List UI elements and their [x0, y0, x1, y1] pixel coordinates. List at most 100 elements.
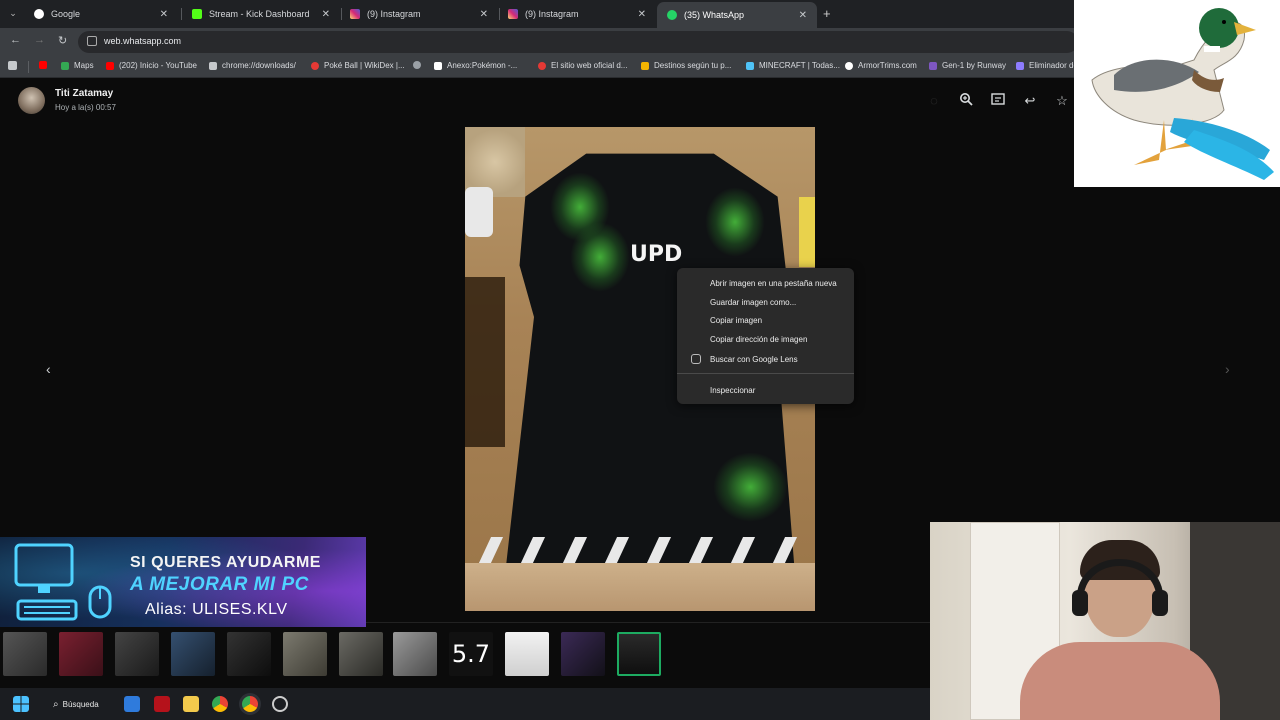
tab-label: (9) Instagram [525, 9, 579, 19]
bookmark-runway[interactable]: Gen-1 by Runway [929, 61, 1006, 70]
bookmark-downloads[interactable]: chrome://downloads/ [209, 61, 296, 70]
media-thumbnail-selected[interactable] [617, 632, 661, 676]
tab-close-icon[interactable]: ✕ [322, 9, 330, 20]
tab-whatsapp[interactable]: (35) WhatsApp ✕ [657, 2, 817, 28]
bookmark-eliminador[interactable]: Eliminador de [1016, 61, 1078, 70]
google-favicon-icon [34, 9, 44, 19]
media-thumbnail[interactable] [171, 632, 215, 676]
bookmark-anexo-pokemon[interactable]: Anexo:Pokémon -... [434, 61, 517, 70]
thumbnail-strip: 5.7 [0, 622, 930, 684]
tab-kick-dashboard[interactable]: Stream - Kick Dashboard ✕ [182, 2, 340, 26]
tab-close-icon[interactable]: ✕ [638, 9, 646, 20]
triangle-icon [641, 61, 649, 70]
media-thumbnail[interactable] [59, 632, 103, 676]
youtube-icon [106, 61, 114, 70]
taskbar-search[interactable]: ⌕ Búsqueda [46, 694, 112, 714]
chrome-active-icon[interactable] [242, 696, 258, 712]
netflix-icon[interactable] [154, 696, 170, 712]
tab-close-icon[interactable]: ✕ [480, 9, 488, 20]
media-thumbnail[interactable]: 5.7 [449, 632, 493, 676]
back-arrow-icon[interactable]: ← [10, 34, 21, 46]
tab-search-button[interactable]: ⌄ [5, 5, 21, 21]
reload-icon[interactable]: ↻ [58, 34, 67, 47]
avatar[interactable] [18, 87, 45, 114]
bookmark-armortrims[interactable]: ArmorTrims.com [845, 61, 917, 70]
sent-time: Hoy a la(s) 00:57 [55, 103, 116, 112]
caption-icon[interactable] [989, 92, 1007, 110]
chrome-icon[interactable] [212, 696, 228, 712]
glitter-pattern [713, 452, 788, 522]
tab-instagram-2[interactable]: (9) Instagram ✕ [498, 2, 656, 26]
media-thumbnail[interactable] [561, 632, 605, 676]
menu-item-search-google-lens[interactable]: Buscar con Google Lens [710, 355, 798, 364]
apps-grid-icon[interactable] [8, 61, 22, 70]
duck-image [1091, 8, 1274, 180]
tab-label: Stream - Kick Dashboard [209, 9, 310, 19]
tab-label: Google [51, 9, 81, 19]
taskbar: ⌕ Búsqueda [0, 688, 930, 720]
instagram-favicon-icon [350, 9, 360, 19]
file-explorer-icon[interactable] [183, 696, 199, 712]
pokeball-icon [538, 61, 546, 70]
bookmark-label: Poké Ball | WikiDex |... [324, 61, 405, 70]
menu-item-inspect[interactable]: Inspeccionar [710, 386, 755, 395]
webcam-overlay [930, 522, 1280, 720]
tab-label: (9) Instagram [367, 9, 421, 19]
photo-shadow [465, 277, 505, 447]
media-thumbnail[interactable] [227, 632, 271, 676]
sender-name: Titi Zatamay [55, 88, 114, 99]
media-thumbnail[interactable] [339, 632, 383, 676]
bookmark-label: Eliminador de [1029, 61, 1078, 70]
bookmark-wikidex[interactable]: Poké Ball | WikiDex |... [311, 61, 405, 70]
bookmark-maps[interactable]: Maps [61, 61, 94, 70]
whatsapp-favicon-icon [667, 10, 677, 20]
zoom-in-icon[interactable] [957, 92, 975, 110]
bookmark-destinos[interactable]: Destinos según tu p... [641, 61, 731, 70]
star-icon[interactable]: ☆ [1053, 92, 1071, 110]
download-icon [209, 61, 217, 70]
media-thumbnail[interactable] [3, 632, 47, 676]
menu-item-save-image-as[interactable]: Guardar imagen como... [710, 298, 796, 307]
previous-media-chevron-icon[interactable]: ‹ [46, 361, 51, 377]
tab-label: (35) WhatsApp [684, 10, 745, 20]
bookmark-globe[interactable] [413, 61, 426, 69]
task-view-icon[interactable] [124, 696, 140, 712]
photo-table-edge [465, 563, 815, 611]
tab-close-icon[interactable]: ✕ [799, 10, 807, 21]
zoom-out-icon: ◌ [930, 93, 938, 108]
glitter-pattern [570, 222, 630, 292]
bookmark-label: chrome://downloads/ [222, 61, 296, 70]
address-bar[interactable]: web.whatsapp.com [78, 31, 1078, 53]
banner-line-2: A MEJORAR MI PC [130, 574, 309, 595]
donation-banner: SI QUERES AYUDARME A MEJORAR MI PC Alias… [0, 537, 366, 627]
tab-close-icon[interactable]: ✕ [160, 9, 168, 20]
menu-item-open-image-new-tab[interactable]: Abrir imagen en una pestaña nueva [710, 279, 837, 288]
globe-icon [845, 61, 853, 70]
media-thumbnail[interactable] [283, 632, 327, 676]
headphones-icon [1072, 559, 1168, 616]
forward-arrow-icon[interactable]: → [34, 34, 45, 46]
site-info-icon[interactable] [87, 36, 97, 46]
address-url: web.whatsapp.com [104, 36, 182, 46]
computer-icon [14, 543, 112, 621]
wikipedia-icon [434, 61, 442, 70]
next-media-chevron-icon[interactable]: › [1225, 361, 1230, 377]
new-tab-button[interactable]: + [823, 6, 831, 21]
bookmark-pokemon-official[interactable]: El sitio web oficial d... [538, 61, 627, 70]
tab-instagram-1[interactable]: (9) Instagram ✕ [340, 2, 498, 26]
app-icon[interactable] [272, 696, 288, 712]
reply-icon[interactable]: ↩ [1021, 92, 1039, 110]
youtube-icon [39, 61, 47, 69]
duck-overlay [1074, 0, 1280, 187]
bookmark-minecraft[interactable]: MINECRAFT | Todas... [746, 61, 840, 70]
tab-google[interactable]: Google ✕ [24, 2, 178, 26]
media-thumbnail[interactable] [393, 632, 437, 676]
search-icon: ⌕ [53, 698, 59, 710]
media-thumbnail[interactable] [115, 632, 159, 676]
windows-start-icon[interactable] [13, 696, 29, 712]
bookmark-youtube[interactable] [39, 61, 52, 69]
media-thumbnail[interactable] [505, 632, 549, 676]
bookmark-youtube-home[interactable]: (202) Inicio - YouTube [106, 61, 197, 70]
menu-item-copy-image-address[interactable]: Copiar dirección de imagen [710, 335, 807, 344]
menu-item-copy-image[interactable]: Copiar imagen [710, 316, 762, 325]
